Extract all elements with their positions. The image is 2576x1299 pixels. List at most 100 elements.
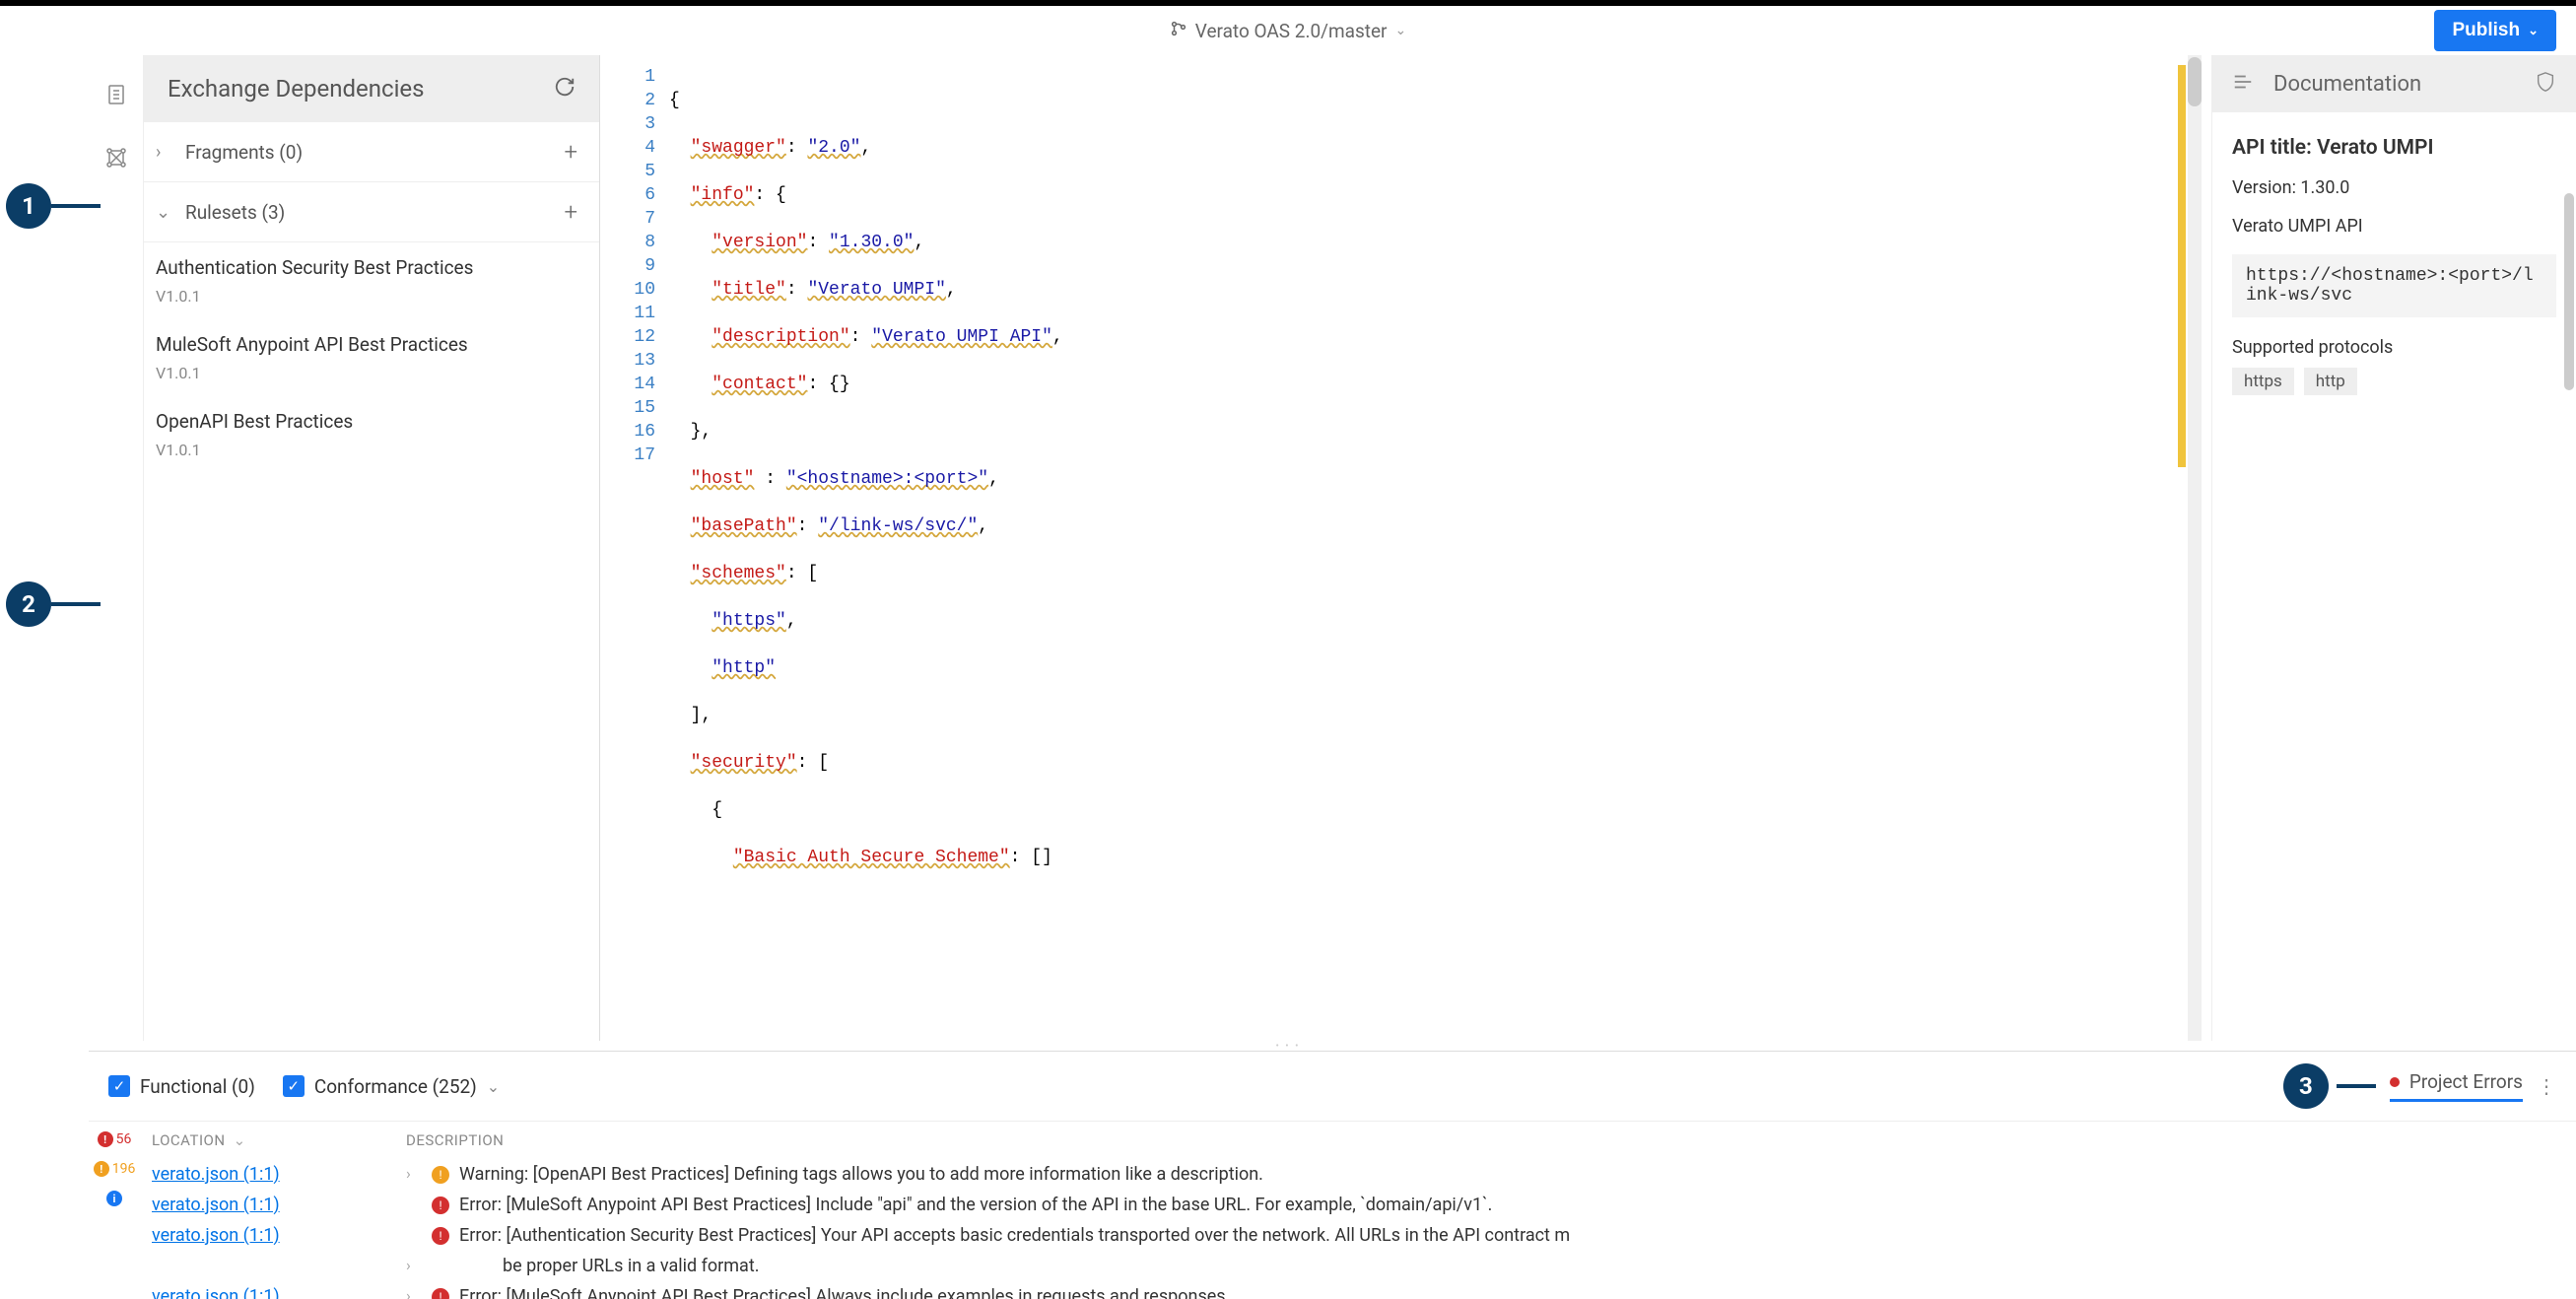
- checkbox-checked-icon: ✓: [108, 1075, 130, 1097]
- publish-button[interactable]: Publish ⌄: [2434, 10, 2556, 51]
- chevron-down-icon: ⌄: [2528, 23, 2539, 38]
- error-count[interactable]: !56: [98, 1131, 132, 1147]
- api-description: Verato UMPI API: [2232, 216, 2556, 237]
- callout-1: 1: [6, 183, 51, 229]
- filter-functional[interactable]: ✓ Functional (0): [108, 1075, 255, 1098]
- table-row[interactable]: verato.json (1:1) ›!Error: [MuleSoft Anyp…: [140, 1281, 2576, 1299]
- warning-count[interactable]: !196: [94, 1161, 136, 1177]
- editor-scrollbar-thumb[interactable]: [2188, 57, 2202, 106]
- project-errors-tab[interactable]: Project Errors: [2390, 1070, 2523, 1102]
- table-row[interactable]: › be proper URLs in a valid format.: [140, 1251, 2576, 1281]
- filter-label: Functional (0): [140, 1075, 255, 1098]
- topbar: Verato OAS 2.0/master ⌄ Publish ⌄: [0, 0, 2576, 55]
- doc-body: API title: Verato UMPI Version: 1.30.0 V…: [2212, 112, 2576, 419]
- refresh-icon[interactable]: [554, 76, 576, 102]
- error-icon: !: [432, 1196, 449, 1214]
- description-cell: ›!Error: [MuleSoft Anypoint API Best Pra…: [406, 1286, 2576, 1299]
- expand-chevron-icon[interactable]: ›: [406, 1286, 422, 1299]
- description-cell: › be proper URLs in a valid format.: [406, 1256, 2576, 1276]
- ruleset-item[interactable]: OpenAPI Best Practices V1.0.1: [144, 396, 599, 473]
- error-icon: !: [432, 1288, 449, 1299]
- ruleset-name: MuleSoft Anypoint API Best Practices: [156, 333, 587, 356]
- add-fragment-button[interactable]: +: [554, 138, 587, 166]
- files-icon[interactable]: [102, 81, 130, 108]
- info-count[interactable]: i: [106, 1191, 122, 1206]
- description-text: Warning: [OpenAPI Best Practices] Defini…: [459, 1164, 2576, 1185]
- callout-line-3: [2337, 1084, 2376, 1088]
- location-link[interactable]: verato.json (1:1): [152, 1164, 280, 1185]
- errors-body: !56 !196 i LOCATION ⌄ DESCRIPTION verato…: [89, 1122, 2576, 1299]
- branch-icon: [1170, 20, 1187, 42]
- callout-line-1: [51, 204, 101, 208]
- main-area: Exchange Dependencies › Fragments (0) + …: [0, 55, 2576, 1041]
- section-label: Rulesets (3): [185, 201, 285, 224]
- description-cell: ›!Warning: [OpenAPI Best Practices] Defi…: [406, 1164, 2576, 1185]
- branch-selector[interactable]: Verato OAS 2.0/master ⌄: [1170, 20, 1406, 42]
- info-icon: i: [106, 1191, 122, 1206]
- api-title: API title: Verato UMPI: [2232, 136, 2556, 160]
- warning-highlight-bar: [2178, 65, 2186, 467]
- ruleset-name: OpenAPI Best Practices: [156, 410, 587, 433]
- ruleset-name: Authentication Security Best Practices: [156, 256, 587, 279]
- chevron-down-icon: ⌄: [1395, 23, 1407, 38]
- expand-chevron-icon[interactable]: ›: [406, 1164, 422, 1183]
- publish-label: Publish: [2452, 20, 2520, 41]
- header-description: DESCRIPTION: [406, 1131, 2576, 1149]
- add-ruleset-button[interactable]: +: [554, 198, 587, 226]
- checkbox-checked-icon: ✓: [283, 1075, 305, 1097]
- section-rulesets[interactable]: ⌄ Rulesets (3) +: [144, 182, 599, 242]
- branch-name: Verato OAS 2.0/master: [1195, 20, 1388, 42]
- callout-line-2: [51, 602, 101, 606]
- outline-icon[interactable]: [2232, 71, 2254, 97]
- expand-chevron-icon[interactable]: ›: [406, 1256, 422, 1274]
- sidebar-title: Exchange Dependencies: [168, 75, 425, 103]
- dependencies-icon[interactable]: [102, 144, 130, 171]
- documentation-panel: Documentation API title: Verato UMPI Ver…: [2211, 55, 2576, 1041]
- shield-icon[interactable]: [2535, 71, 2556, 97]
- description-text: Error: [MuleSoft Anypoint API Best Pract…: [459, 1195, 2576, 1215]
- description-text: Error: [Authentication Security Best Pra…: [459, 1225, 2576, 1246]
- location-link[interactable]: verato.json (1:1): [152, 1195, 280, 1215]
- tab-label: Project Errors: [2409, 1070, 2523, 1093]
- doc-scrollbar-thumb[interactable]: [2564, 193, 2574, 390]
- protocols-label: Supported protocols: [2232, 337, 2556, 358]
- table-row[interactable]: verato.json (1:1) !Error: [Authentication…: [140, 1220, 2576, 1251]
- callout-3: 3: [2283, 1063, 2329, 1109]
- description-text: be proper URLs in a valid format.: [459, 1256, 2576, 1276]
- problems-panel: ✓ Functional (0) ✓ Conformance (252) ⌄ 3…: [89, 1051, 2576, 1299]
- api-version: Version: 1.30.0: [2232, 177, 2556, 198]
- ruleset-item[interactable]: Authentication Security Best Practices V…: [144, 242, 599, 319]
- protocol-chip: https: [2232, 368, 2294, 395]
- error-counts: !56 !196 i: [89, 1122, 140, 1299]
- filter-conformance[interactable]: ✓ Conformance (252) ⌄: [283, 1075, 500, 1098]
- table-row[interactable]: verato.json (1:1) ›!Warning: [OpenAPI Bes…: [140, 1159, 2576, 1190]
- table-row[interactable]: verato.json (1:1)! Error: [MuleSoft Anypo…: [140, 1190, 2576, 1220]
- sidebar-header: Exchange Dependencies: [144, 55, 599, 122]
- sidebar: Exchange Dependencies › Fragments (0) + …: [144, 55, 599, 1041]
- ruleset-version: V1.0.1: [156, 364, 587, 382]
- code-content[interactable]: { "swagger": "2.0", "info": { "version":…: [669, 55, 2211, 1041]
- panel-resize-handle[interactable]: • • •: [0, 1041, 2576, 1051]
- location-link[interactable]: verato.json (1:1): [152, 1225, 280, 1246]
- more-menu-icon[interactable]: ⋮: [2537, 1074, 2556, 1098]
- protocol-chip: http: [2304, 368, 2357, 395]
- code-editor[interactable]: 1234567891011121314151617 { "swagger": "…: [599, 55, 2211, 1041]
- chevron-right-icon: ›: [156, 142, 173, 163]
- error-icon: !: [98, 1131, 113, 1147]
- chevron-down-icon: ⌄: [487, 1077, 500, 1096]
- left-rail: [89, 55, 144, 1041]
- section-fragments[interactable]: › Fragments (0) +: [144, 122, 599, 182]
- problems-toolbar: ✓ Functional (0) ✓ Conformance (252) ⌄ 3…: [89, 1052, 2576, 1122]
- doc-title: Documentation: [2273, 72, 2421, 97]
- header-location[interactable]: LOCATION ⌄: [140, 1131, 406, 1149]
- errors-table: LOCATION ⌄ DESCRIPTION verato.json (1:1)…: [140, 1122, 2576, 1299]
- location-link[interactable]: verato.json (1:1): [152, 1286, 280, 1299]
- endpoint-block: https://<hostname>:<port>/link-ws/svc: [2232, 254, 2556, 317]
- ruleset-item[interactable]: MuleSoft Anypoint API Best Practices V1.…: [144, 319, 599, 396]
- doc-header: Documentation: [2212, 55, 2576, 112]
- callout-2: 2: [6, 581, 51, 627]
- section-label: Fragments (0): [185, 141, 303, 164]
- ruleset-version: V1.0.1: [156, 287, 587, 306]
- description-cell: !Error: [Authentication Security Best Pr…: [406, 1225, 2576, 1246]
- ruleset-version: V1.0.1: [156, 441, 587, 459]
